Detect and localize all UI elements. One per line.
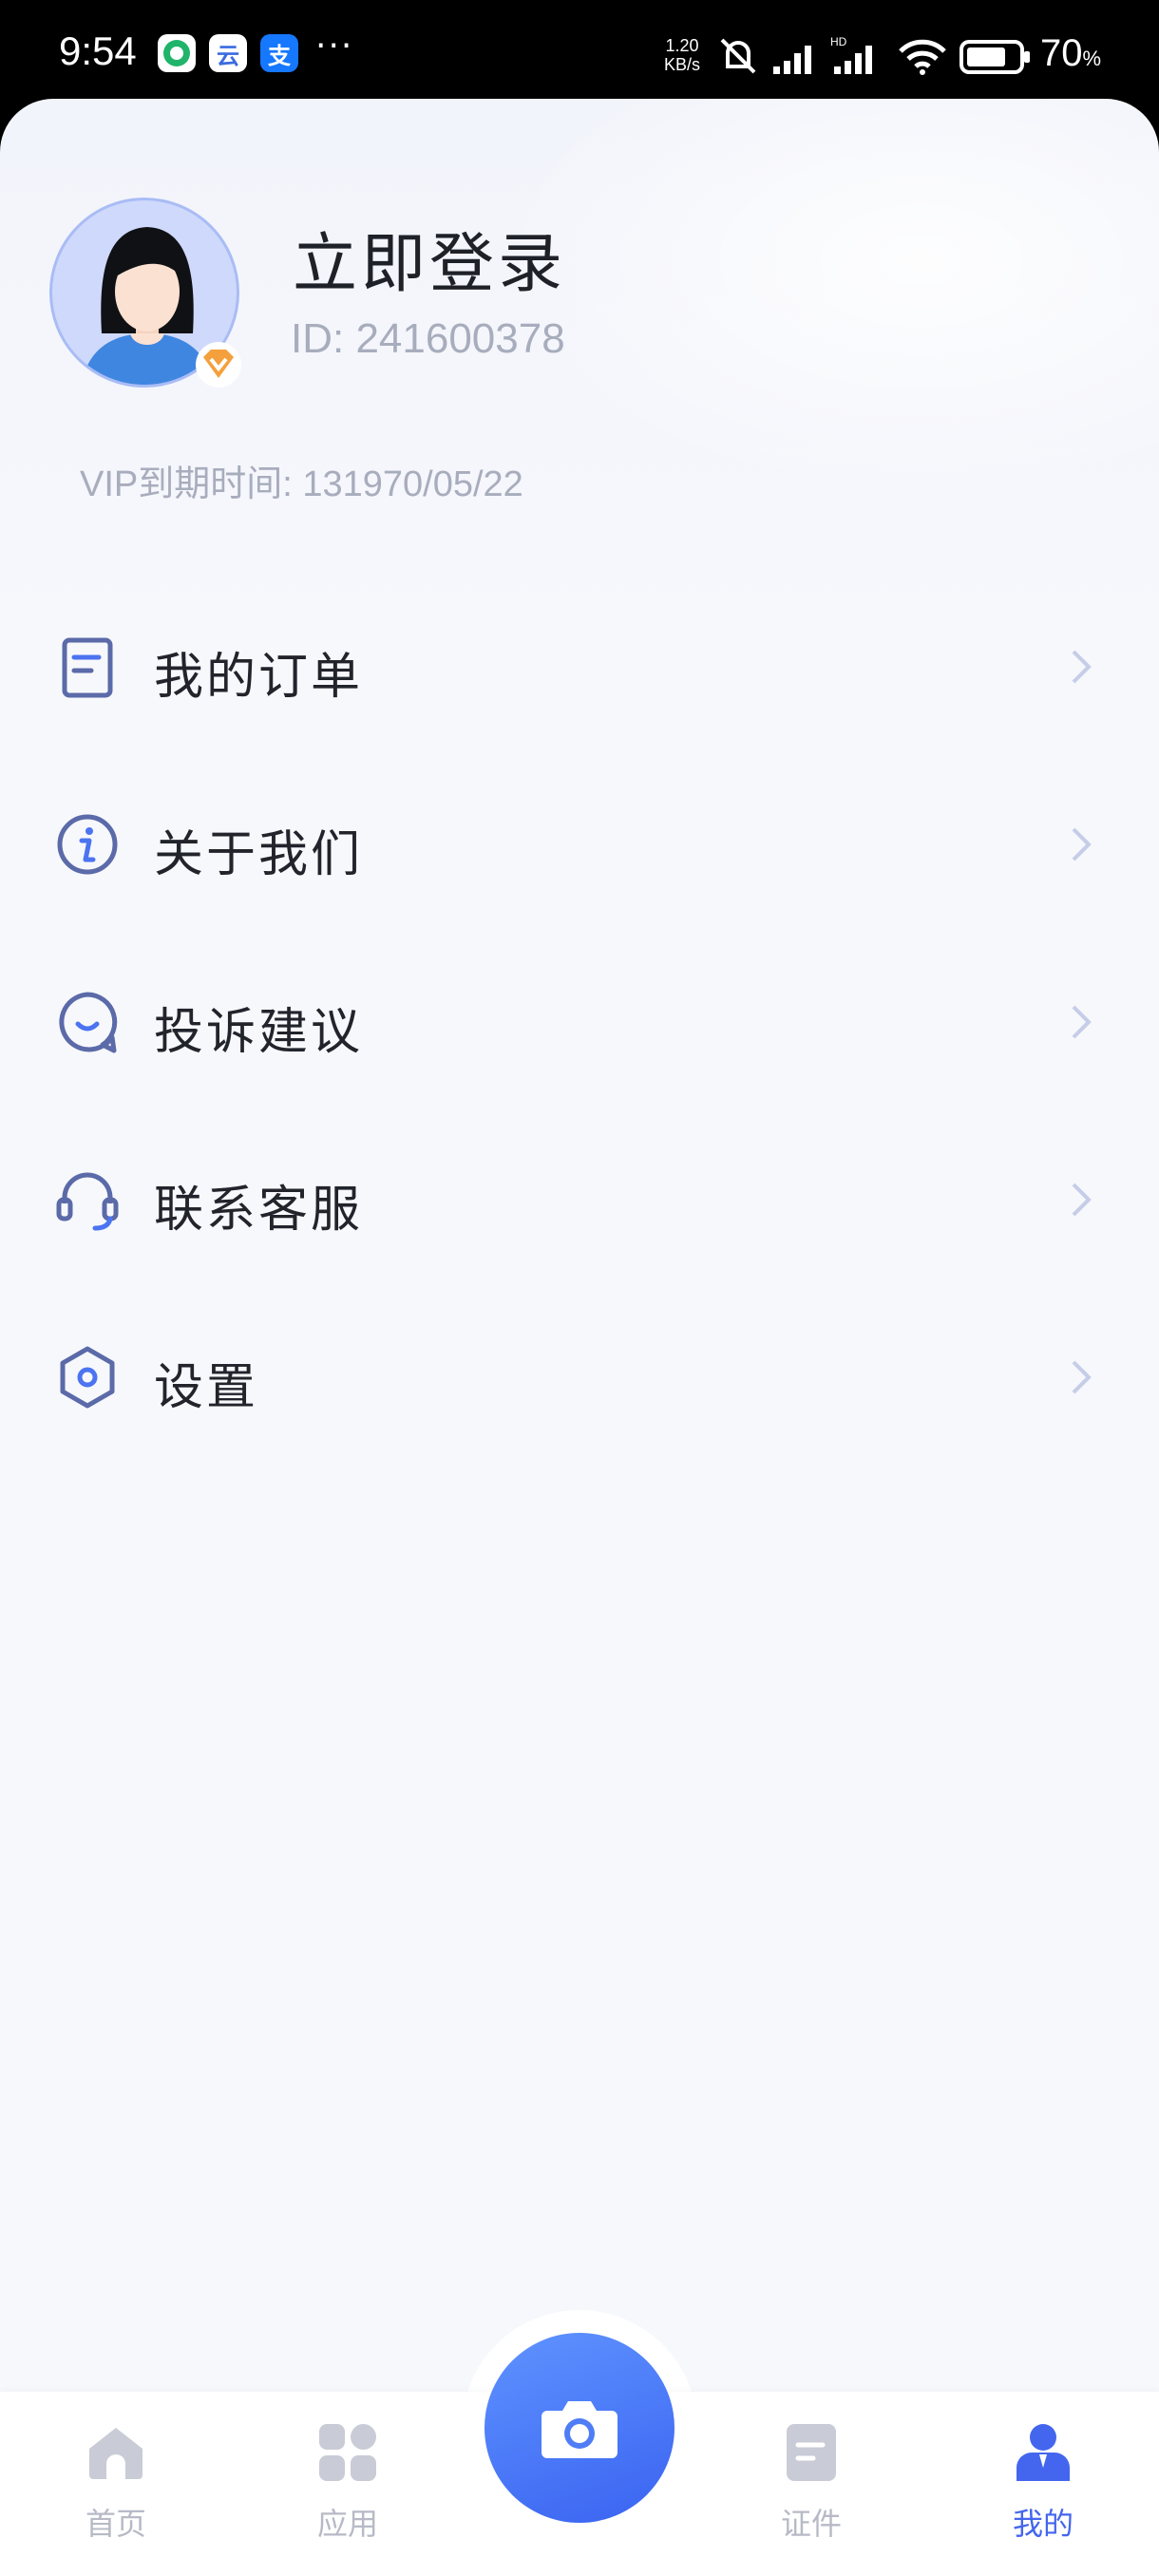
signal-icon	[773, 46, 811, 74]
camera-button[interactable]	[484, 2333, 674, 2523]
vip-expiry-text: VIP到期时间: 131970/05/22	[80, 464, 523, 504]
tab-home[interactable]: 首页	[49, 2420, 182, 2544]
network-speed-value: 1.20	[665, 36, 699, 55]
battery-value: 70	[1040, 32, 1083, 74]
cloud-ai-app-icon: 云	[209, 34, 247, 72]
menu-item-settings[interactable]: 设置	[0, 1305, 1159, 1483]
more-notifications-icon: ···	[315, 27, 354, 66]
menu-item-label: 设置	[154, 1359, 259, 1416]
alipay-glyph: 支	[268, 42, 291, 69]
profile-icon	[1016, 2424, 1070, 2481]
vip-diamond-icon	[196, 342, 241, 388]
network-speed: 1.20 KB/s	[657, 36, 707, 74]
menu-list: 我的订单 关于我们 投诉建议 联系客服 设置	[0, 595, 1159, 1483]
tab-label: 应用	[316, 2506, 378, 2542]
profile-page: 立即登录 ID: 241600378 VIP到期时间: 131970/05/22…	[0, 99, 1159, 2576]
chevron-right-icon	[1072, 1183, 1092, 1217]
menu-item-label: 关于我们	[154, 826, 364, 883]
network-speed-unit: KB/s	[663, 55, 700, 74]
status-bar: 9:54 云 支 ··· 1.20 KB/s HD 70%	[0, 0, 1159, 112]
battery-icon	[960, 40, 1030, 74]
status-time: 9:54	[59, 28, 137, 73]
wifi-icon	[899, 39, 946, 75]
document-icon	[787, 2424, 836, 2481]
battery-percentage: 70%	[1040, 32, 1101, 75]
menu-item-about[interactable]: 关于我们	[0, 772, 1159, 950]
alipay-app-icon: 支	[260, 34, 298, 72]
settings-hexagon-icon	[60, 1346, 115, 1409]
login-button[interactable]: 立即登录	[293, 211, 566, 305]
menu-item-feedback[interactable]: 投诉建议	[0, 950, 1159, 1127]
camera-icon	[542, 2401, 618, 2458]
mute-icon	[720, 38, 756, 74]
chevron-right-icon	[1072, 650, 1092, 684]
tab-label: 证件	[780, 2506, 842, 2542]
svg-text:HD: HD	[830, 35, 847, 48]
menu-item-label: 联系客服	[154, 1182, 364, 1239]
green-swirl-app-icon	[158, 34, 196, 72]
tab-label: 首页	[85, 2506, 146, 2542]
menu-item-label: 投诉建议	[154, 1004, 364, 1061]
battery-unit: %	[1082, 47, 1102, 70]
signal-hd-icon: HD	[830, 35, 872, 74]
chevron-right-icon	[1072, 1005, 1092, 1039]
tab-label: 我的	[1012, 2506, 1074, 2542]
tab-profile[interactable]: 我的	[977, 2420, 1110, 2544]
menu-item-customer-service[interactable]: 联系客服	[0, 1127, 1159, 1305]
chevron-right-icon	[1072, 827, 1092, 862]
home-icon	[89, 2428, 142, 2479]
cloud-ai-glyph: 云	[217, 42, 239, 69]
user-id: ID: 241600378	[291, 315, 565, 362]
menu-item-orders[interactable]: 我的订单	[0, 595, 1159, 772]
feedback-chat-icon	[59, 992, 118, 1053]
headset-icon	[56, 1172, 119, 1231]
tab-documents[interactable]: 证件	[745, 2420, 878, 2544]
info-icon	[57, 814, 118, 875]
order-list-icon	[62, 637, 113, 698]
menu-item-label: 我的订单	[154, 649, 364, 706]
tab-apps[interactable]: 应用	[281, 2420, 414, 2544]
apps-grid-icon	[319, 2424, 376, 2481]
chevron-right-icon	[1072, 1360, 1092, 1394]
